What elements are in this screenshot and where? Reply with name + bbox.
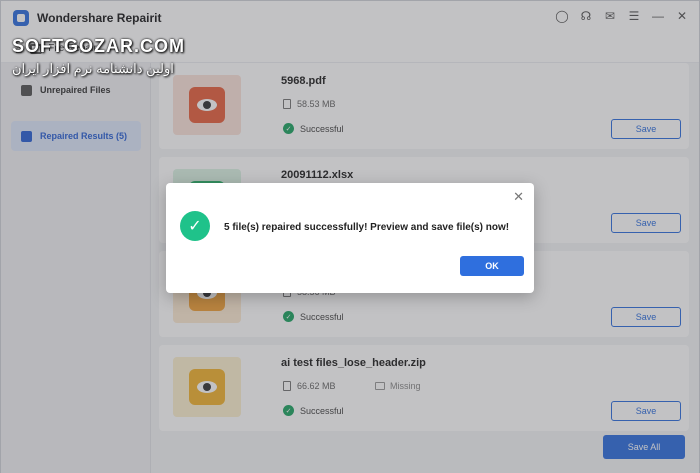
ok-button[interactable]: OK — [460, 256, 524, 276]
dialog-close-icon[interactable]: ✕ — [513, 189, 524, 205]
success-dialog: ✕ ✓ 5 file(s) repaired successfully! Pre… — [166, 183, 534, 293]
success-check-icon: ✓ — [180, 211, 210, 241]
dialog-message: 5 file(s) repaired successfully! Preview… — [224, 222, 510, 233]
